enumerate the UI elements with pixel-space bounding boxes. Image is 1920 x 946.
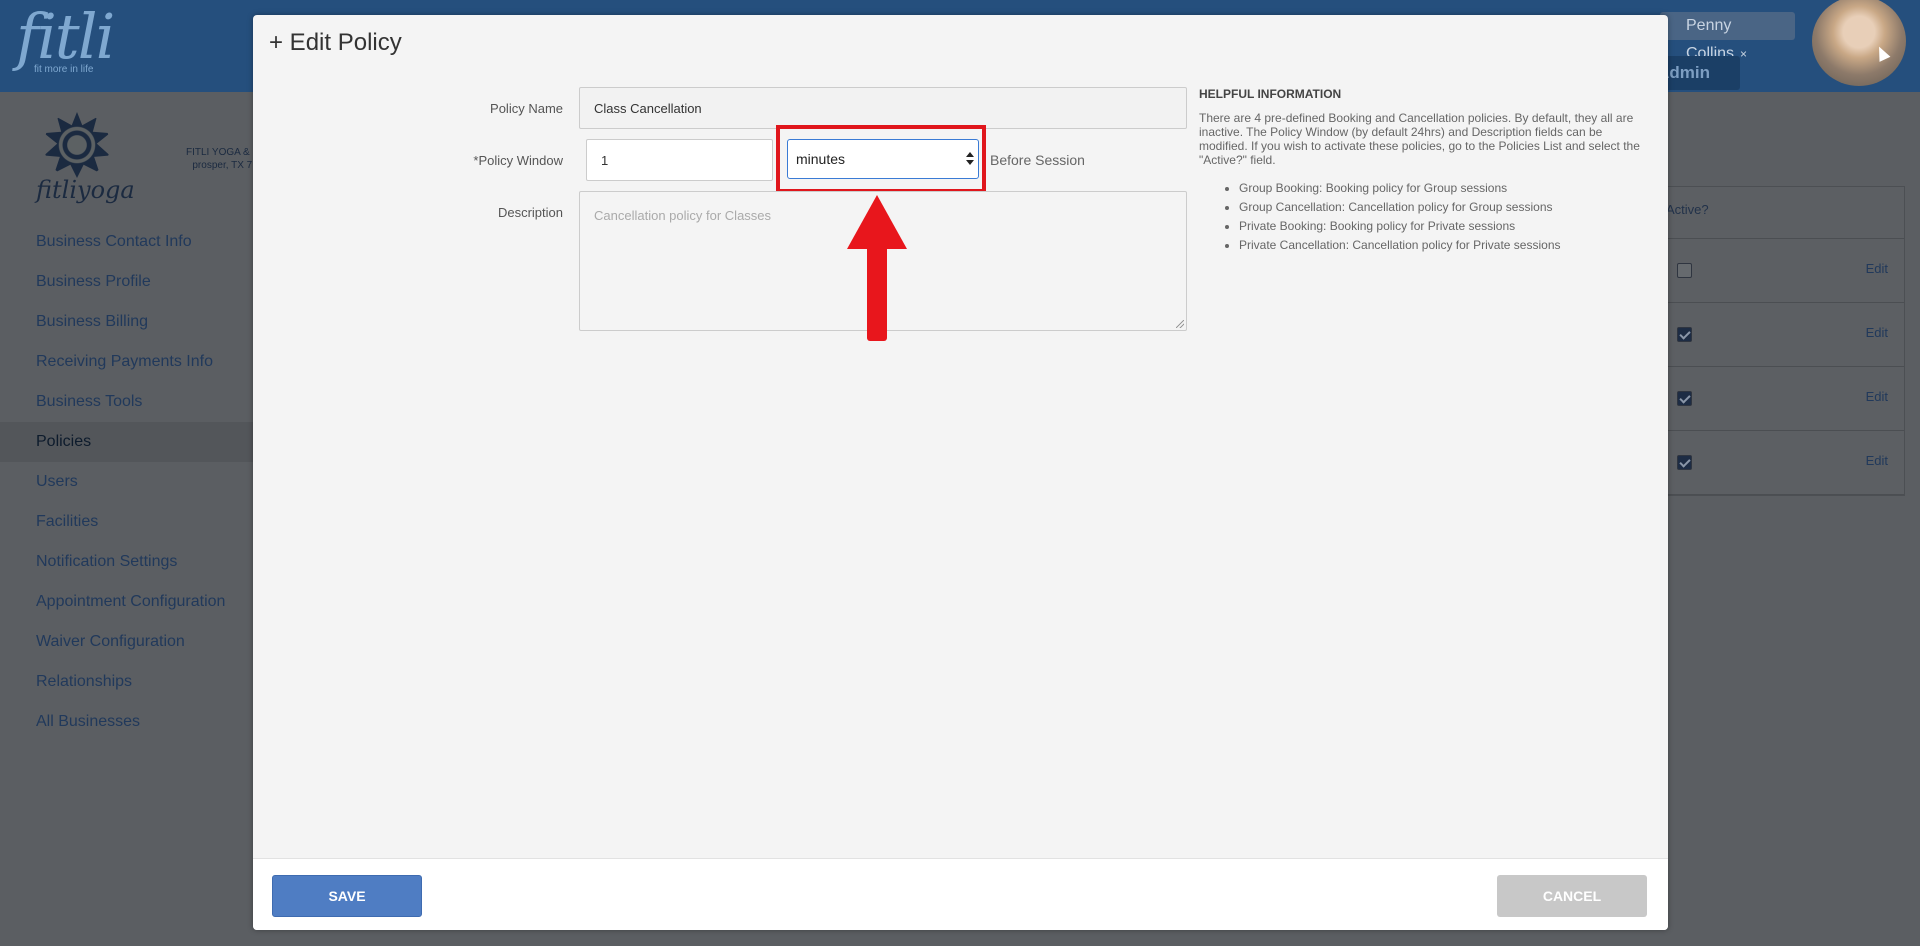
sidebar-item-all-businesses[interactable]: All Businesses	[0, 702, 254, 742]
help-list: Group Booking: Booking policy for Group …	[1199, 179, 1649, 255]
helpful-information: HELPFUL INFORMATION There are 4 pre-defi…	[1199, 87, 1649, 255]
resize-grip-icon[interactable]	[1176, 320, 1184, 328]
active-checkbox[interactable]	[1677, 455, 1692, 470]
edit-link[interactable]: Edit	[1866, 389, 1888, 404]
sidebar-item-policies[interactable]: Policies	[0, 422, 254, 462]
description-placeholder: Cancellation policy for Classes	[594, 208, 772, 223]
business-logo: fitliyoga	[36, 112, 135, 204]
sun-icon	[44, 112, 110, 178]
table-row: Edit	[1666, 303, 1904, 367]
sidebar-item-business-contact-info[interactable]: Business Contact Info	[0, 222, 254, 262]
help-body: There are 4 pre-defined Booking and Canc…	[1199, 111, 1640, 167]
logo-wordmark: fitli	[16, 0, 115, 73]
active-checkbox[interactable]	[1677, 391, 1692, 406]
sidebar-item-users[interactable]: Users	[0, 462, 254, 502]
before-session-label: Before Session	[990, 152, 1085, 168]
table-row: Edit	[1666, 431, 1904, 495]
sidebar-item-receiving-payments-info[interactable]: Receiving Payments Info	[0, 342, 254, 382]
sidebar-item-notification-settings[interactable]: Notification Settings	[0, 542, 254, 582]
fitli-logo[interactable]: fitli fit more in life	[16, 0, 115, 76]
edit-policy-modal: + Edit Policy Policy Name Class Cancella…	[253, 15, 1668, 930]
list-item: Group Booking: Booking policy for Group …	[1239, 179, 1649, 198]
modal-title: + Edit Policy	[269, 29, 402, 56]
arrow-up-icon	[846, 195, 908, 343]
avatar[interactable]	[1812, 0, 1906, 86]
save-button[interactable]: SAVE	[272, 875, 422, 917]
modal-footer: SAVE CANCEL	[253, 858, 1668, 930]
list-item: Private Booking: Booking policy for Priv…	[1239, 217, 1649, 236]
edit-link[interactable]: Edit	[1866, 325, 1888, 340]
sidebar-item-relationships[interactable]: Relationships	[0, 662, 254, 702]
table-row: Edit	[1666, 239, 1904, 303]
table-row: Edit	[1666, 367, 1904, 431]
list-item: Group Cancellation: Cancellation policy …	[1239, 198, 1649, 217]
close-icon[interactable]: ×	[1740, 47, 1747, 61]
table-header-active: Active?	[1666, 187, 1904, 239]
active-checkbox[interactable]	[1677, 263, 1692, 278]
sidebar-item-business-tools[interactable]: Business Tools	[0, 382, 254, 422]
policies-table: Active? Edit Edit Edit Edit	[1665, 186, 1905, 496]
edit-link[interactable]: Edit	[1866, 453, 1888, 468]
active-checkbox[interactable]	[1677, 327, 1692, 342]
sidebar-item-business-billing[interactable]: Business Billing	[0, 302, 254, 342]
business-address: FITLI YOGA & F prosper, TX 7	[186, 146, 259, 172]
cancel-button[interactable]: CANCEL	[1497, 875, 1647, 917]
sidebar-item-waiver-configuration[interactable]: Waiver Configuration	[0, 622, 254, 662]
policy-name-label: Policy Name	[490, 101, 563, 116]
business-address-line1: FITLI YOGA & F	[186, 147, 259, 158]
policy-window-label: *Policy Window	[473, 153, 563, 168]
help-title: HELPFUL INFORMATION	[1199, 87, 1342, 101]
sidebar-item-facilities[interactable]: Facilities	[0, 502, 254, 542]
sidebar-item-business-profile[interactable]: Business Profile	[0, 262, 254, 302]
edit-link[interactable]: Edit	[1866, 261, 1888, 276]
brand-name: fitliyoga	[36, 176, 135, 204]
sidebar: Business Contact Info Business Profile B…	[0, 222, 254, 742]
description-label: Description	[497, 205, 563, 220]
highlight-box	[776, 125, 986, 193]
business-address-line2: prosper, TX 7	[192, 160, 253, 171]
sidebar-item-appointment-configuration[interactable]: Appointment Configuration	[0, 582, 254, 622]
policy-window-input[interactable]: 1	[586, 139, 773, 181]
user-menu[interactable]: Penny Collins ×	[1660, 12, 1795, 62]
list-item: Private Cancellation: Cancellation polic…	[1239, 236, 1649, 255]
policy-name-input[interactable]: Class Cancellation	[579, 87, 1187, 129]
